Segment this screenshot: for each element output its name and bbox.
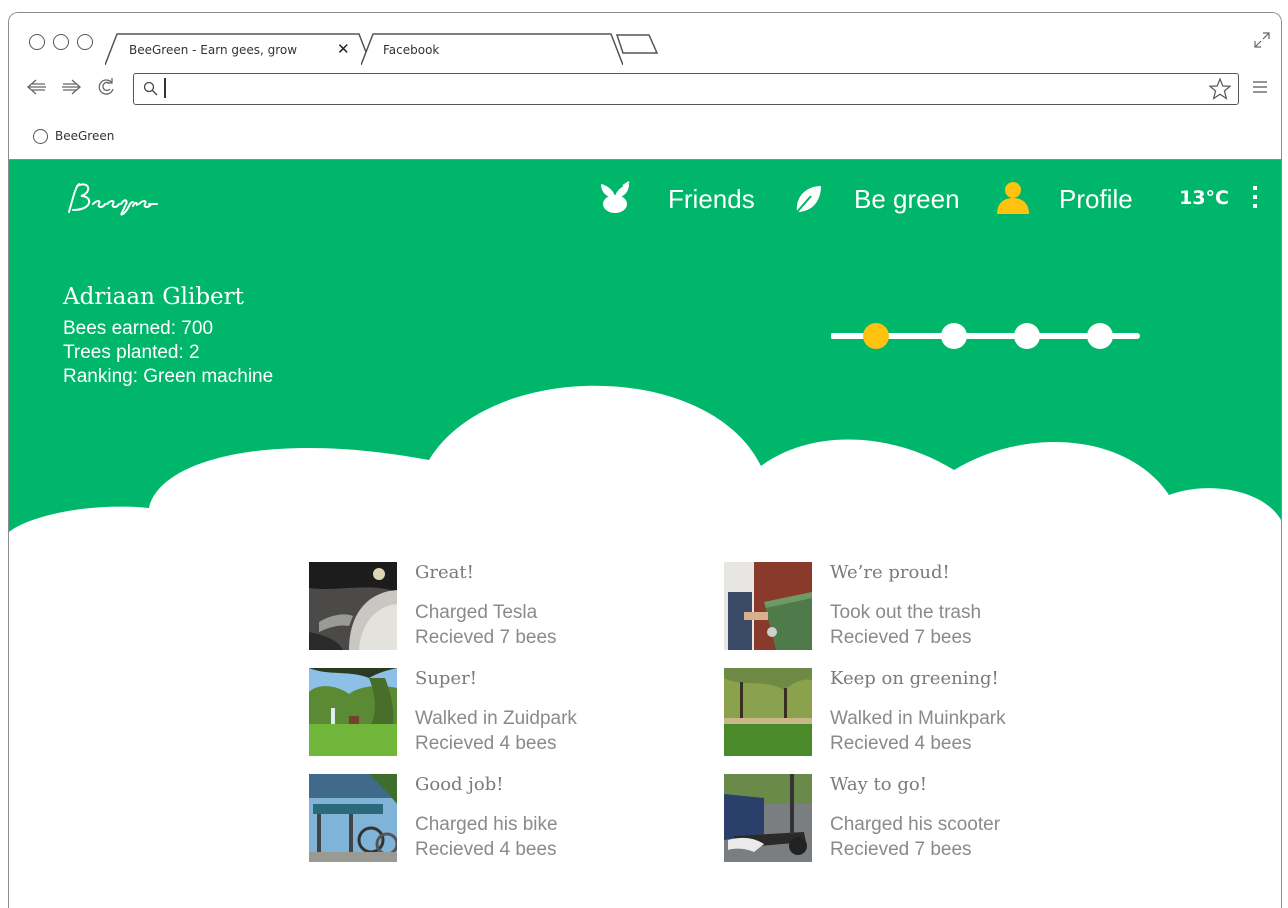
- feed-title: Keep on greening!: [830, 668, 999, 689]
- reload-icon[interactable]: [95, 76, 117, 98]
- person-icon[interactable]: [995, 180, 1031, 216]
- level-progress: [831, 323, 1140, 349]
- feed-title: Super!: [415, 668, 477, 689]
- bees-earned: Bees earned: 700: [63, 318, 214, 339]
- feed-reward: Recieved 4 bees: [830, 733, 972, 754]
- search-icon: [143, 81, 158, 96]
- feed-item[interactable]: We’re proud! Took out the trash Recieved…: [724, 562, 1054, 652]
- feed-action: Charged Tesla: [415, 602, 538, 623]
- profile-header: Friends Be green Profile 13°C Adriaan Gl…: [9, 160, 1281, 550]
- tab-close-icon[interactable]: ✕: [337, 40, 350, 58]
- feed-action: Walked in Muinkpark: [830, 708, 1006, 729]
- leaf-icon[interactable]: [791, 182, 825, 216]
- back-icon[interactable]: [25, 76, 49, 98]
- feed-action: Charged his scooter: [830, 814, 1001, 835]
- window-minimize-button[interactable]: [53, 34, 69, 50]
- tab-strip: BeeGreen - Earn gees, grow ✕ Facebook: [9, 13, 1281, 66]
- trees-planted: Trees planted: 2: [63, 342, 200, 363]
- feed-item[interactable]: Great! Charged Tesla Recieved 7 bees: [309, 562, 639, 652]
- nav-be-green[interactable]: Be green: [854, 184, 960, 215]
- feed-title: Way to go!: [830, 774, 927, 795]
- browser-window: BeeGreen - Earn gees, grow ✕ Facebook Be…: [8, 12, 1282, 908]
- progress-step: [941, 323, 967, 349]
- feed-item[interactable]: Way to go! Charged his scooter Recieved …: [724, 774, 1054, 864]
- new-tab-button[interactable]: [615, 33, 659, 65]
- temperature-readout: 13°C: [1179, 187, 1229, 209]
- feed-reward: Recieved 7 bees: [830, 627, 972, 648]
- feed-title: We’re proud!: [830, 562, 950, 583]
- url-input[interactable]: [133, 73, 1239, 105]
- park-lawn-photo: [724, 668, 812, 756]
- tab-facebook[interactable]: Facebook: [361, 33, 623, 66]
- bookmarks-bar: BeeGreen: [9, 111, 1281, 160]
- window-maximize-button[interactable]: [77, 34, 93, 50]
- bookmark-beegreen[interactable]: BeeGreen: [55, 129, 114, 143]
- feed-action: Walked in Zuidpark: [415, 708, 577, 729]
- more-options-icon[interactable]: [1253, 186, 1259, 213]
- feed-reward: Recieved 4 bees: [415, 839, 557, 860]
- address-bar-row: [9, 65, 1281, 112]
- feed-action: Took out the trash: [830, 602, 982, 623]
- nav-friends[interactable]: Friends: [668, 184, 755, 215]
- progress-step: [1087, 323, 1113, 349]
- page-content: Friends Be green Profile 13°C Adriaan Gl…: [9, 160, 1281, 908]
- tab-beegreen[interactable]: BeeGreen - Earn gees, grow ✕: [105, 33, 371, 66]
- progress-step: [863, 323, 889, 349]
- bee-icon[interactable]: [595, 180, 635, 216]
- feed-item[interactable]: Keep on greening! Walked in Muinkpark Re…: [724, 668, 1054, 758]
- tab-label: BeeGreen - Earn gees, grow: [129, 43, 298, 57]
- feed-reward: Recieved 7 bees: [830, 839, 972, 860]
- car-charging-photo: [309, 562, 397, 650]
- progress-step: [1014, 323, 1040, 349]
- feed-reward: Recieved 4 bees: [415, 733, 557, 754]
- feed-title: Good job!: [415, 774, 504, 795]
- user-name: Adriaan Glibert: [63, 284, 244, 310]
- window-close-button[interactable]: [29, 34, 45, 50]
- ranking: Ranking: Green machine: [63, 366, 274, 387]
- feed-title: Great!: [415, 562, 474, 583]
- forward-icon[interactable]: [59, 76, 83, 98]
- bookmark-star-icon[interactable]: [1208, 77, 1232, 101]
- text-cursor: [164, 78, 166, 98]
- nav-profile[interactable]: Profile: [1059, 184, 1133, 215]
- feed-item[interactable]: Super! Walked in Zuidpark Recieved 4 bee…: [309, 668, 639, 758]
- feed-reward: Recieved 7 bees: [415, 627, 557, 648]
- bike-station-photo: [309, 774, 397, 862]
- tab-label: Facebook: [383, 43, 440, 57]
- new-tab-icon: [615, 34, 659, 54]
- beegreen-logo[interactable]: [63, 178, 159, 223]
- fullscreen-icon[interactable]: [1253, 31, 1271, 49]
- bookmark-favicon-icon: [33, 129, 48, 144]
- browser-menu-icon[interactable]: [1251, 79, 1269, 95]
- feed-action: Charged his bike: [415, 814, 558, 835]
- scooter-photo: [724, 774, 812, 862]
- beegreen-logo-mark: [68, 183, 158, 216]
- park-fountain-photo: [309, 668, 397, 756]
- trash-bin-photo: [724, 562, 812, 650]
- feed-item[interactable]: Good job! Charged his bike Recieved 4 be…: [309, 774, 639, 864]
